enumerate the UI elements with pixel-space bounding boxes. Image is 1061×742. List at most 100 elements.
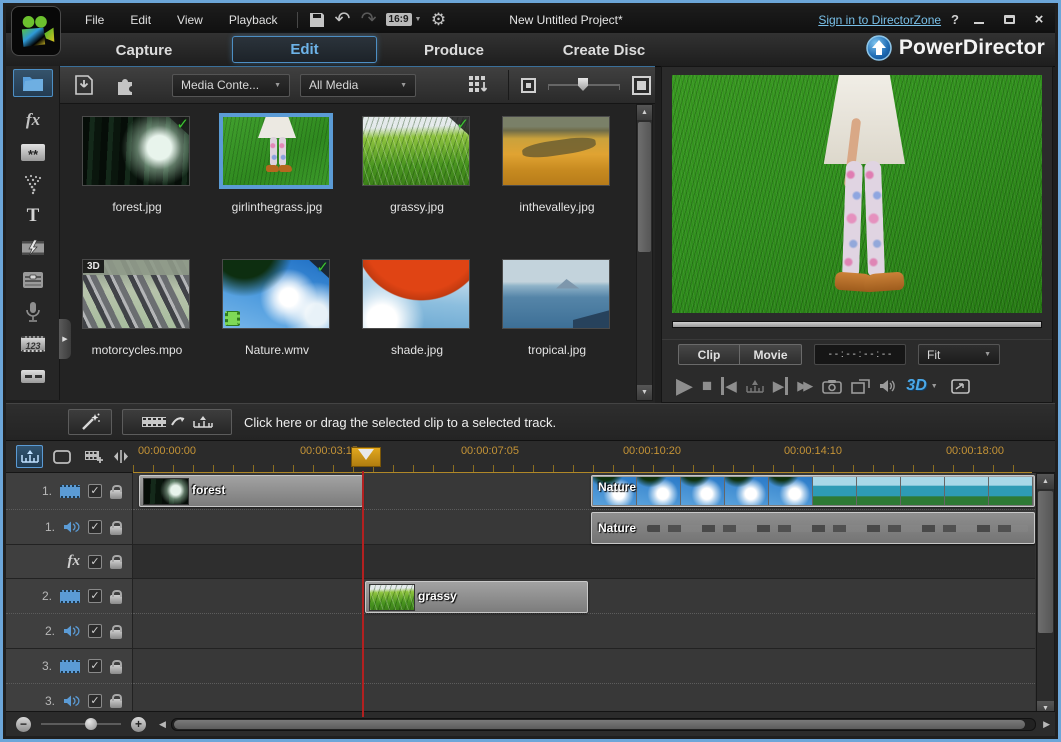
scrollbar-thumb[interactable] xyxy=(1038,491,1053,633)
timeline-zoom-slider[interactable] xyxy=(41,723,121,725)
scrollbar-thumb[interactable] xyxy=(174,720,1025,729)
timeline-view-button[interactable] xyxy=(16,445,43,468)
media-type-dropdown[interactable]: All Media ▼ xyxy=(300,74,416,97)
menu-edit[interactable]: Edit xyxy=(117,9,164,31)
track-enable-checkbox[interactable]: ✓ xyxy=(88,555,102,569)
tab-create-disc[interactable]: Create Disc xyxy=(526,33,682,67)
snapshot-button[interactable] xyxy=(822,379,842,394)
content-filter-dropdown[interactable]: Media Conte... ▼ xyxy=(172,74,290,97)
media-item[interactable]: tropical.jpg xyxy=(502,259,612,357)
track-enable-checkbox[interactable]: ✓ xyxy=(88,589,102,603)
particle-room-button[interactable] xyxy=(13,170,53,198)
magic-tools-button[interactable] xyxy=(68,409,112,435)
track-lock-icon[interactable] xyxy=(110,490,122,499)
track-enable-checkbox[interactable]: ✓ xyxy=(88,694,102,708)
close-button[interactable]: × xyxy=(1029,12,1049,28)
snap-button[interactable] xyxy=(107,445,134,468)
media-thumbnail-inthevalley[interactable] xyxy=(502,116,610,186)
transition-room-button[interactable] xyxy=(13,234,53,262)
fullscreen-button[interactable] xyxy=(951,379,970,394)
track-header-video-2[interactable]: 2. ✓ xyxy=(6,579,132,614)
media-thumbnail-grassy[interactable] xyxy=(362,116,470,186)
clip-nature-video[interactable]: Nature xyxy=(591,475,1035,507)
scroll-right-button[interactable]: ▶ xyxy=(1038,719,1055,730)
timeline-vertical-scrollbar[interactable]: ▲ ▼ xyxy=(1036,473,1055,717)
media-item[interactable]: Nature.wmv xyxy=(222,259,332,357)
previous-frame-button[interactable]: ◀ xyxy=(721,377,737,395)
track-lock-icon[interactable] xyxy=(110,699,122,708)
preview-seek-bar[interactable] xyxy=(672,321,1042,328)
track-lock-icon[interactable] xyxy=(110,560,122,569)
play-button[interactable]: ▶ xyxy=(676,373,693,399)
stop-button[interactable]: ■ xyxy=(702,376,712,396)
media-thumbnail-tropical[interactable] xyxy=(502,259,610,329)
insert-to-timeline-button[interactable] xyxy=(122,409,232,435)
undock-preview-button[interactable] xyxy=(851,379,870,394)
track-header-fx[interactable]: fx ✓ xyxy=(6,545,132,579)
tab-produce[interactable]: Produce xyxy=(386,33,522,67)
audio-mixing-room-button[interactable] xyxy=(13,266,53,294)
scroll-down-button[interactable]: ▼ xyxy=(637,385,652,400)
track-lock-icon[interactable] xyxy=(110,595,122,604)
track-enable-checkbox[interactable]: ✓ xyxy=(88,520,102,534)
next-frame-button[interactable]: ▶ xyxy=(773,377,789,395)
clip-mode-button[interactable]: Clip xyxy=(678,344,740,365)
clip-nature-audio[interactable]: Nature xyxy=(591,512,1035,544)
playhead-line[interactable] xyxy=(362,471,364,717)
small-thumbnail-icon[interactable] xyxy=(521,78,536,93)
menu-file[interactable]: File xyxy=(72,9,117,31)
maximize-button[interactable] xyxy=(999,12,1019,28)
timeline-horizontal-scrollbar[interactable] xyxy=(171,718,1036,731)
media-thumbnail-motorcycles[interactable]: 3D xyxy=(82,259,190,329)
storyboard-view-button[interactable] xyxy=(48,445,75,468)
seek-ruler-button[interactable] xyxy=(746,378,764,394)
drag-hint-text[interactable]: Click here or drag the selected clip to … xyxy=(244,415,556,430)
track-lock-icon[interactable] xyxy=(110,630,122,639)
title-room-button[interactable]: T xyxy=(13,202,53,230)
subtitle-room-button[interactable] xyxy=(13,362,53,390)
clip-grassy[interactable]: grassy xyxy=(365,581,588,613)
media-item[interactable]: grassy.jpg xyxy=(362,116,472,214)
track-lock-icon[interactable] xyxy=(110,665,122,674)
playhead-marker[interactable] xyxy=(351,447,381,467)
sort-button[interactable] xyxy=(464,72,494,98)
timeline-zoom-out-button[interactable]: − xyxy=(16,717,31,732)
clip-forest[interactable]: forest xyxy=(139,475,363,507)
preview-video[interactable] xyxy=(672,75,1042,313)
aspect-ratio-selector[interactable]: 16:9 ▼ xyxy=(382,10,426,30)
voiceover-room-button[interactable] xyxy=(13,298,53,326)
media-thumbnail-nature[interactable] xyxy=(222,259,330,329)
track-enable-checkbox[interactable]: ✓ xyxy=(88,659,102,673)
track-lane-video-3[interactable] xyxy=(133,649,1035,684)
media-item[interactable]: 3D motorcycles.mpo xyxy=(82,259,192,357)
effects-room-button[interactable]: fx xyxy=(13,106,53,134)
timeline-zoom-in-button[interactable]: + xyxy=(131,717,146,732)
media-item[interactable]: girlinthegrass.jpg xyxy=(222,116,332,214)
timecode-display[interactable]: - - : - - : - - : - - xyxy=(814,344,906,365)
help-button[interactable]: ? xyxy=(951,12,959,27)
track-header-audio-1[interactable]: 1. ✓ xyxy=(6,510,132,545)
menu-view[interactable]: View xyxy=(164,9,216,31)
plugin-button[interactable] xyxy=(110,72,140,98)
pip-objects-room-button[interactable]: ** xyxy=(13,138,53,166)
minimize-button[interactable] xyxy=(969,12,989,28)
chapter-room-button[interactable]: 123 xyxy=(13,330,53,358)
scroll-left-button[interactable]: ◀ xyxy=(154,719,171,730)
timeline-ruler[interactable]: 00:00:00:00 00:00:03:15 00:00:07:05 00:0… xyxy=(133,441,1032,473)
track-lane-fx[interactable] xyxy=(133,545,1035,579)
large-thumbnail-icon[interactable] xyxy=(632,76,651,95)
media-thumbnail-forest[interactable] xyxy=(82,116,190,186)
track-manager-button[interactable] xyxy=(80,445,107,468)
scroll-up-button[interactable]: ▲ xyxy=(1037,474,1054,489)
media-item[interactable]: inthevalley.jpg xyxy=(502,116,612,214)
timeline-zoom-slider-thumb[interactable] xyxy=(85,718,97,730)
3d-mode-button[interactable]: 3D ▼ xyxy=(906,377,937,395)
signin-directorzone-link[interactable]: Sign in to DirectorZone xyxy=(818,13,941,27)
media-thumbnail-girlinthegrass[interactable] xyxy=(222,116,330,186)
track-header-audio-2[interactable]: 2. ✓ xyxy=(6,614,132,649)
zoom-fit-dropdown[interactable]: Fit ▼ xyxy=(918,344,1000,365)
track-enable-checkbox[interactable]: ✓ xyxy=(88,484,102,498)
redo-icon[interactable]: ↷ xyxy=(356,10,382,30)
volume-button[interactable] xyxy=(879,378,897,394)
tab-capture[interactable]: Capture xyxy=(64,33,224,67)
